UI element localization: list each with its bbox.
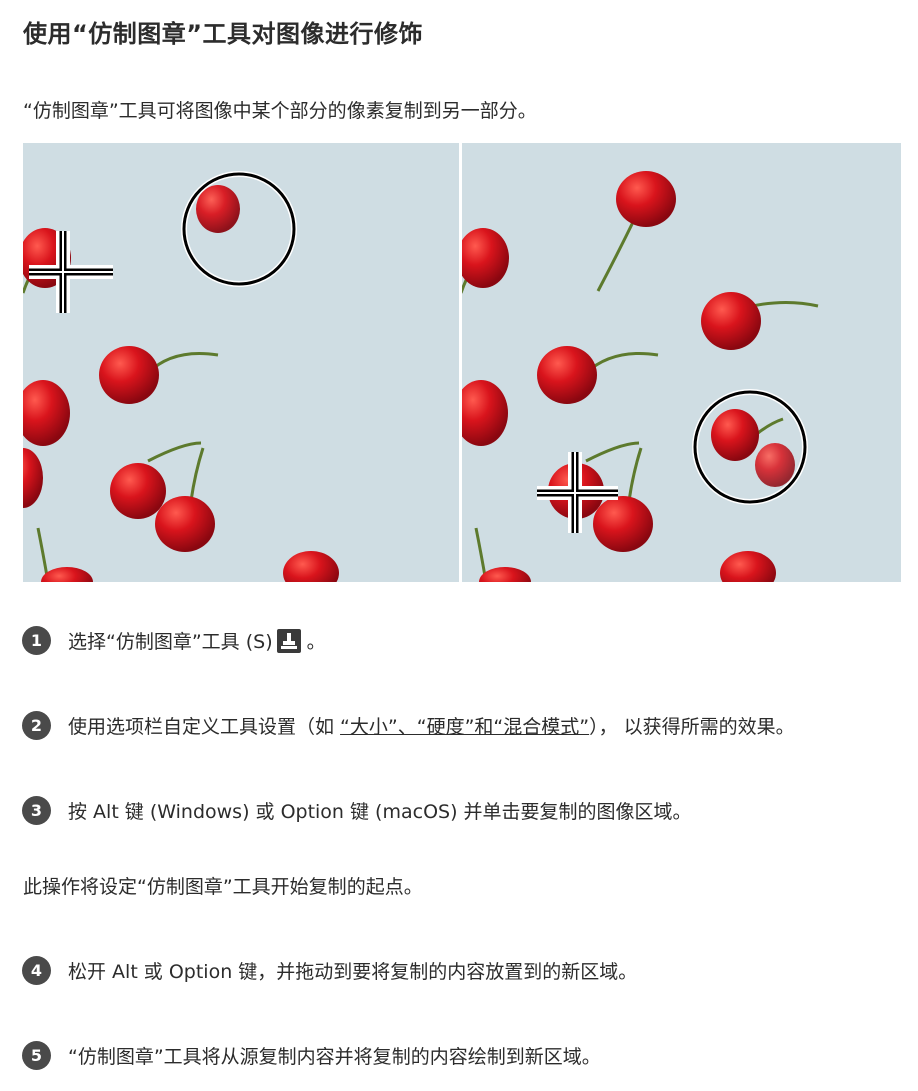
step-2: 2 使用选项栏自定义工具设置（如 “大小”、“硬度”和“混合模式”）， 以获得所… — [22, 710, 795, 740]
step-4-text: 松开 Alt 或 Option 键，并拖动到要将复制的内容放置到的新区域。 — [68, 960, 638, 983]
step-3-text: 按 Alt 键 (Windows) 或 Option 键 (macOS) 并单击… — [68, 800, 692, 823]
step-2-text-after: ）， 以获得所需的效果。 — [589, 715, 795, 738]
step-1-suffix: 。 — [306, 630, 326, 653]
clone-stamp-illustration — [23, 143, 901, 582]
note-text: 此操作将设定“仿制图章”工具开始复制的起点。 — [23, 876, 423, 898]
step-number-badge: 1 — [22, 625, 51, 655]
step-1: 1 选择“仿制图章”工具 (S) 。 — [22, 625, 326, 655]
step-2-text-before: 使用选项栏自定义工具设置（如 — [68, 715, 341, 738]
intro-text: “仿制图章”工具可将图像中某个部分的像素复制到另一部分。 — [23, 100, 537, 122]
step-3: 3 按 Alt 键 (Windows) 或 Option 键 (macOS) 并… — [22, 795, 692, 825]
options-link[interactable]: “大小”、“硬度”和“混合模式” — [340, 716, 589, 738]
step-number-badge: 4 — [22, 955, 51, 985]
step-number-badge: 5 — [22, 1040, 51, 1070]
step-4: 4 松开 Alt 或 Option 键，并拖动到要将复制的内容放置到的新区域。 — [22, 955, 637, 985]
stamp-tool-icon — [276, 628, 301, 653]
step-1-text: 选择“仿制图章”工具 (S) — [68, 630, 273, 653]
step-5: 5 “仿制图章”工具将从源复制内容并将复制的内容绘制到新区域。 — [22, 1040, 601, 1070]
step-5-text: “仿制图章”工具将从源复制内容并将复制的内容绘制到新区域。 — [68, 1045, 601, 1068]
page-title: 使用“仿制图章”工具对图像进行修饰 — [23, 20, 424, 48]
after-image — [462, 143, 901, 582]
before-image — [23, 143, 459, 582]
step-number-badge: 3 — [22, 795, 51, 825]
step-number-badge: 2 — [22, 710, 51, 740]
